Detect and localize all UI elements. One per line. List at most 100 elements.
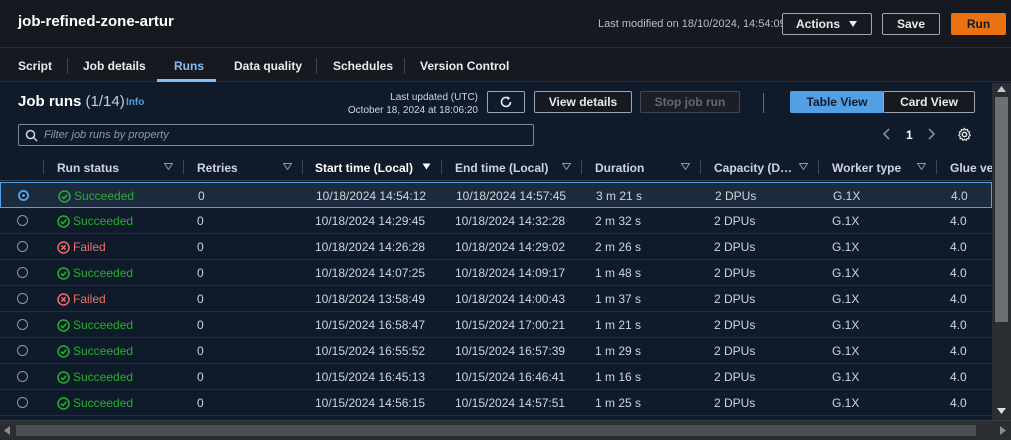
tab-version-control[interactable]: Version Control <box>420 59 509 73</box>
row-select-radio[interactable] <box>17 319 28 330</box>
scroll-down-icon[interactable] <box>997 408 1006 414</box>
row-select-radio[interactable] <box>17 215 28 226</box>
horizontal-scrollbar[interactable] <box>0 420 1011 440</box>
tab-data-quality[interactable]: Data quality <box>234 59 302 73</box>
tab-script[interactable]: Script <box>18 59 52 73</box>
tab-schedules[interactable]: Schedules <box>333 59 393 73</box>
col-end-time[interactable]: End time (Local) <box>455 161 548 175</box>
success-icon <box>57 215 70 228</box>
column-divider <box>441 160 442 174</box>
sort-icon[interactable] <box>681 163 690 170</box>
sort-icon[interactable] <box>799 163 808 170</box>
error-icon <box>57 293 70 306</box>
scroll-right-icon[interactable] <box>1000 426 1006 435</box>
success-icon <box>58 190 71 203</box>
table-row[interactable]: Succeeded 0 10/18/2024 14:07:25 10/18/2024 … <box>0 260 992 286</box>
current-page[interactable]: 1 <box>906 128 913 142</box>
horizontal-scroll-thumb[interactable] <box>16 425 976 436</box>
vertical-scrollbar[interactable] <box>992 83 1011 420</box>
cell-capacity: 2 DPUs <box>714 240 756 254</box>
last-updated-label: Last updated (UTC) <box>390 92 478 103</box>
run-button[interactable]: Run <box>951 13 1006 35</box>
table-row[interactable]: Succeeded 0 10/15/2024 16:55:52 10/15/2024 … <box>0 338 992 364</box>
table-row[interactable]: Succeeded 0 10/18/2024 14:29:45 10/18/2024 … <box>0 208 992 234</box>
row-select-radio[interactable] <box>17 293 28 304</box>
cell-run-status: Succeeded <box>57 396 133 410</box>
table-row[interactable]: Succeeded 0 10/18/2024 14:54:12 10/18/2024 … <box>0 182 992 208</box>
vertical-scroll-thumb[interactable] <box>995 97 1008 322</box>
cell-start-time: 10/18/2024 13:58:49 <box>315 292 426 306</box>
run-status-text: Failed <box>73 292 106 306</box>
row-select-radio[interactable] <box>17 371 28 382</box>
chevron-left-icon[interactable] <box>882 127 892 141</box>
cell-glue-version: 4.0 <box>950 370 967 384</box>
col-capacity[interactable]: Capacity (D… <box>714 161 792 175</box>
success-icon <box>57 371 70 384</box>
row-select-radio[interactable] <box>17 345 28 356</box>
col-duration[interactable]: Duration <box>595 161 644 175</box>
refresh-button[interactable] <box>487 91 525 113</box>
col-glue-version[interactable]: Glue ve… <box>950 161 992 175</box>
search-icon <box>25 129 38 142</box>
cell-worker-type: G.1X <box>833 189 861 203</box>
table-view-button[interactable]: Table View <box>790 91 884 113</box>
table-row[interactable]: Succeeded 0 10/15/2024 16:45:13 10/15/2024 … <box>0 364 992 390</box>
table-row[interactable]: Failed 0 10/18/2024 14:26:28 10/18/2024 14:… <box>0 234 992 260</box>
cell-duration: 3 m 21 s <box>596 189 643 203</box>
run-status-text: Succeeded <box>73 266 134 280</box>
table-row[interactable]: Succeeded 0 10/15/2024 14:56:15 10/15/2024 … <box>0 390 992 416</box>
run-status-text: Succeeded <box>74 189 135 203</box>
chevron-right-icon[interactable] <box>926 127 936 141</box>
row-select-radio[interactable] <box>18 190 29 201</box>
tab-job-details[interactable]: Job details <box>83 59 146 73</box>
scroll-up-icon[interactable] <box>997 86 1006 92</box>
actions-label: Actions <box>795 17 840 31</box>
cell-start-time: 10/18/2024 14:54:12 <box>316 189 427 203</box>
col-retries[interactable]: Retries <box>197 161 238 175</box>
cell-start-time: 10/15/2024 16:55:52 <box>315 344 426 358</box>
col-run-status[interactable]: Run status <box>57 161 119 175</box>
sort-icon[interactable] <box>917 163 926 170</box>
row-select-radio[interactable] <box>17 241 28 252</box>
cell-worker-type: G.1X <box>832 344 860 358</box>
cell-start-time: 10/15/2024 14:56:15 <box>315 396 426 410</box>
active-tab-indicator <box>157 79 216 82</box>
filter-runs-input[interactable]: Filter job runs by property <box>18 124 534 146</box>
save-button[interactable]: Save <box>882 13 940 35</box>
actions-button[interactable]: Actions <box>782 13 872 35</box>
view-details-button[interactable]: View details <box>534 91 632 113</box>
column-divider <box>700 160 701 174</box>
gear-icon[interactable] <box>957 127 972 142</box>
sort-icon[interactable] <box>164 163 173 170</box>
table-row[interactable]: Succeeded 0 10/15/2024 16:58:47 10/15/2024 … <box>0 312 992 338</box>
cell-end-time: 10/18/2024 14:32:28 <box>455 214 566 228</box>
col-worker-type[interactable]: Worker type <box>832 161 901 175</box>
cell-worker-type: G.1X <box>832 370 860 384</box>
cell-duration: 1 m 48 s <box>595 266 642 280</box>
cell-glue-version: 4.0 <box>950 240 967 254</box>
row-select-radio[interactable] <box>17 397 28 408</box>
row-select-radio[interactable] <box>17 267 28 278</box>
cell-start-time: 10/15/2024 16:58:47 <box>315 318 426 332</box>
cell-end-time: 10/18/2024 14:29:02 <box>455 240 566 254</box>
info-link[interactable]: Info <box>126 97 144 108</box>
sort-icon[interactable] <box>283 163 292 170</box>
tab-runs[interactable]: Runs <box>174 59 204 73</box>
col-start-time[interactable]: Start time (Local) <box>315 161 413 175</box>
cell-end-time: 10/15/2024 16:46:41 <box>455 370 566 384</box>
card-view-button[interactable]: Card View <box>883 91 975 113</box>
stop-job-run-button[interactable]: Stop job run <box>640 91 740 113</box>
column-divider <box>581 160 582 174</box>
cell-capacity: 2 DPUs <box>714 396 756 410</box>
sort-icon[interactable] <box>562 163 571 170</box>
table-row[interactable]: Failed 0 10/18/2024 13:58:49 10/18/2024 14:… <box>0 286 992 312</box>
cell-retries: 0 <box>198 189 205 203</box>
scroll-left-icon[interactable] <box>4 426 10 435</box>
toolbar-divider <box>763 93 764 113</box>
cell-run-status: Failed <box>57 292 106 306</box>
job-runs-panel: Job runs (1/14) Info Last updated (UTC) … <box>0 83 1011 440</box>
cell-run-status: Failed <box>57 240 106 254</box>
run-status-text: Failed <box>73 240 106 254</box>
sort-descending-icon[interactable] <box>422 163 431 170</box>
caret-down-icon <box>849 21 857 27</box>
